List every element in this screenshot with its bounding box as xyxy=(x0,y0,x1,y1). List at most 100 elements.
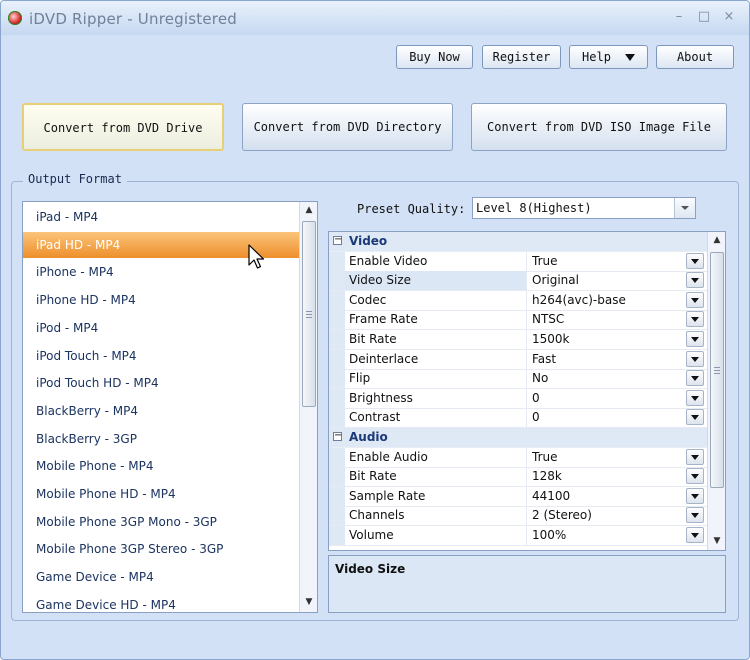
category-audio[interactable]: − Audio xyxy=(329,428,707,448)
convert-dvd-drive-button[interactable]: Convert from DVD Drive xyxy=(22,103,224,151)
property-dropdown-button[interactable] xyxy=(686,291,704,308)
row-gutter xyxy=(329,506,345,526)
property-row[interactable]: Volume 100% xyxy=(329,526,707,546)
row-gutter xyxy=(329,447,345,467)
collapse-icon[interactable]: − xyxy=(333,235,342,245)
convert-iso-image-button[interactable]: Convert from DVD ISO Image File xyxy=(471,103,727,151)
list-item[interactable]: iPod Touch HD - MP4 xyxy=(23,370,299,396)
list-item[interactable]: Mobile Phone - MP4 xyxy=(23,453,299,479)
mouse-cursor-icon xyxy=(248,244,265,269)
property-description-panel: Video Size xyxy=(328,555,726,613)
app-window: iDVD Ripper - Unregistered – □ × Buy Now… xyxy=(0,0,750,660)
property-value[interactable]: 1500k xyxy=(532,330,682,349)
property-dropdown-button[interactable] xyxy=(686,252,704,269)
app-logo-icon xyxy=(8,11,22,25)
list-item[interactable]: iPod Touch - MP4 xyxy=(23,343,299,369)
property-grid-scrollbar[interactable]: ▲ ▼ xyxy=(707,232,725,550)
property-dropdown-button[interactable] xyxy=(686,527,704,543)
property-dropdown-button[interactable] xyxy=(686,507,704,524)
help-button[interactable]: Help xyxy=(569,45,648,69)
property-value[interactable]: True xyxy=(532,448,682,467)
property-dropdown-button[interactable] xyxy=(686,350,704,367)
chevron-down-icon xyxy=(681,206,689,210)
scroll-up-icon[interactable]: ▲ xyxy=(708,232,725,248)
property-dropdown-button[interactable] xyxy=(686,468,704,485)
property-row[interactable]: Bit Rate 128k xyxy=(329,467,707,488)
property-value[interactable]: 44100 xyxy=(532,487,682,506)
category-video[interactable]: − Video xyxy=(329,232,707,252)
property-value[interactable]: Original xyxy=(532,271,682,290)
chevron-down-icon xyxy=(691,454,699,460)
property-value[interactable]: NTSC xyxy=(532,310,682,329)
register-button[interactable]: Register xyxy=(482,45,561,69)
convert-dvd-directory-button[interactable]: Convert from DVD Directory xyxy=(242,103,453,151)
list-item[interactable]: Game Device HD - MP4 xyxy=(23,592,299,612)
property-row[interactable]: Enable Audio True xyxy=(329,447,707,468)
property-value[interactable]: 2 (Stereo) xyxy=(532,506,682,525)
scrollbar-thumb[interactable] xyxy=(302,221,316,407)
property-value[interactable]: 0 xyxy=(532,389,682,408)
chevron-down-icon xyxy=(691,258,699,264)
property-row[interactable]: Enable Video True xyxy=(329,251,707,272)
preset-quality-select[interactable]: Level 8(Highest) xyxy=(472,197,696,219)
property-row[interactable]: Video Size Original xyxy=(329,271,707,292)
property-row[interactable]: Contrast 0 xyxy=(329,408,707,429)
output-format-list[interactable]: iPad - MP4 iPad HD - MP4 iPhone - MP4 iPhon… xyxy=(22,201,318,613)
property-value[interactable]: Fast xyxy=(532,350,682,369)
property-name: Contrast xyxy=(345,408,527,428)
list-item[interactable]: BlackBerry - MP4 xyxy=(23,398,299,424)
property-name: Frame Rate xyxy=(345,310,527,330)
property-value[interactable]: h264(avc)-base xyxy=(532,291,682,310)
collapse-icon[interactable]: − xyxy=(333,431,342,441)
minimize-icon[interactable]: – xyxy=(670,9,688,25)
list-item[interactable]: iPhone HD - MP4 xyxy=(23,287,299,313)
scroll-down-icon[interactable]: ▼ xyxy=(708,533,725,549)
row-gutter xyxy=(329,271,345,291)
chevron-down-icon xyxy=(691,415,699,421)
property-row[interactable]: Bit Rate 1500k xyxy=(329,330,707,350)
property-row[interactable]: Codec h264(avc)-base xyxy=(329,290,707,311)
title-bar[interactable]: iDVD Ripper - Unregistered – □ × xyxy=(1,1,749,35)
chevron-down-icon xyxy=(691,337,699,342)
property-dropdown-button[interactable] xyxy=(686,331,704,347)
row-gutter xyxy=(329,290,345,310)
property-dropdown-button[interactable] xyxy=(686,487,704,504)
property-description-title: Video Size xyxy=(335,562,406,576)
scroll-down-icon[interactable]: ▼ xyxy=(300,594,317,610)
row-gutter xyxy=(329,486,345,506)
property-row[interactable]: Brightness 0 xyxy=(329,388,707,409)
property-row[interactable]: Channels 2 (Stereo) xyxy=(329,506,707,527)
property-row[interactable]: Deinterlace Fast xyxy=(329,349,707,370)
list-item[interactable]: iPod - MP4 xyxy=(23,315,299,341)
buy-now-button[interactable]: Buy Now xyxy=(396,45,473,69)
property-value[interactable]: 128k xyxy=(532,467,682,486)
property-dropdown-button[interactable] xyxy=(686,448,704,465)
list-item[interactable]: Mobile Phone 3GP Mono - 3GP xyxy=(23,509,299,535)
scroll-up-icon[interactable]: ▲ xyxy=(300,202,317,218)
scrollbar-thumb[interactable] xyxy=(710,252,724,488)
property-row[interactable]: Flip No xyxy=(329,369,707,390)
list-item[interactable]: Mobile Phone HD - MP4 xyxy=(23,481,299,507)
property-row[interactable]: Frame Rate NTSC xyxy=(329,310,707,331)
property-value[interactable]: True xyxy=(532,252,682,271)
property-dropdown-button[interactable] xyxy=(686,272,704,289)
list-item[interactable]: Mobile Phone 3GP Stereo - 3GP xyxy=(23,536,299,562)
property-dropdown-button[interactable] xyxy=(686,311,704,328)
about-button[interactable]: About xyxy=(656,45,734,69)
property-dropdown-button[interactable] xyxy=(686,389,704,406)
property-value[interactable]: 0 xyxy=(532,408,682,427)
property-dropdown-button[interactable] xyxy=(686,409,704,426)
property-row[interactable]: Sample Rate 44100 xyxy=(329,486,707,507)
chevron-down-icon xyxy=(691,317,699,323)
close-icon[interactable]: × xyxy=(720,9,738,25)
maximize-icon[interactable]: □ xyxy=(695,9,713,25)
list-item[interactable]: BlackBerry - 3GP xyxy=(23,426,299,452)
property-grid[interactable]: − Video Enable Video True Video Size Original… xyxy=(328,231,726,551)
list-item[interactable]: iPad - MP4 xyxy=(23,204,299,230)
format-list-scrollbar[interactable]: ▲ ▼ xyxy=(299,202,317,612)
property-value[interactable]: 100% xyxy=(532,526,682,545)
property-dropdown-button[interactable] xyxy=(686,370,704,387)
property-value[interactable]: No xyxy=(532,369,682,388)
preset-dropdown-button[interactable] xyxy=(674,198,695,218)
list-item[interactable]: Game Device - MP4 xyxy=(23,564,299,590)
